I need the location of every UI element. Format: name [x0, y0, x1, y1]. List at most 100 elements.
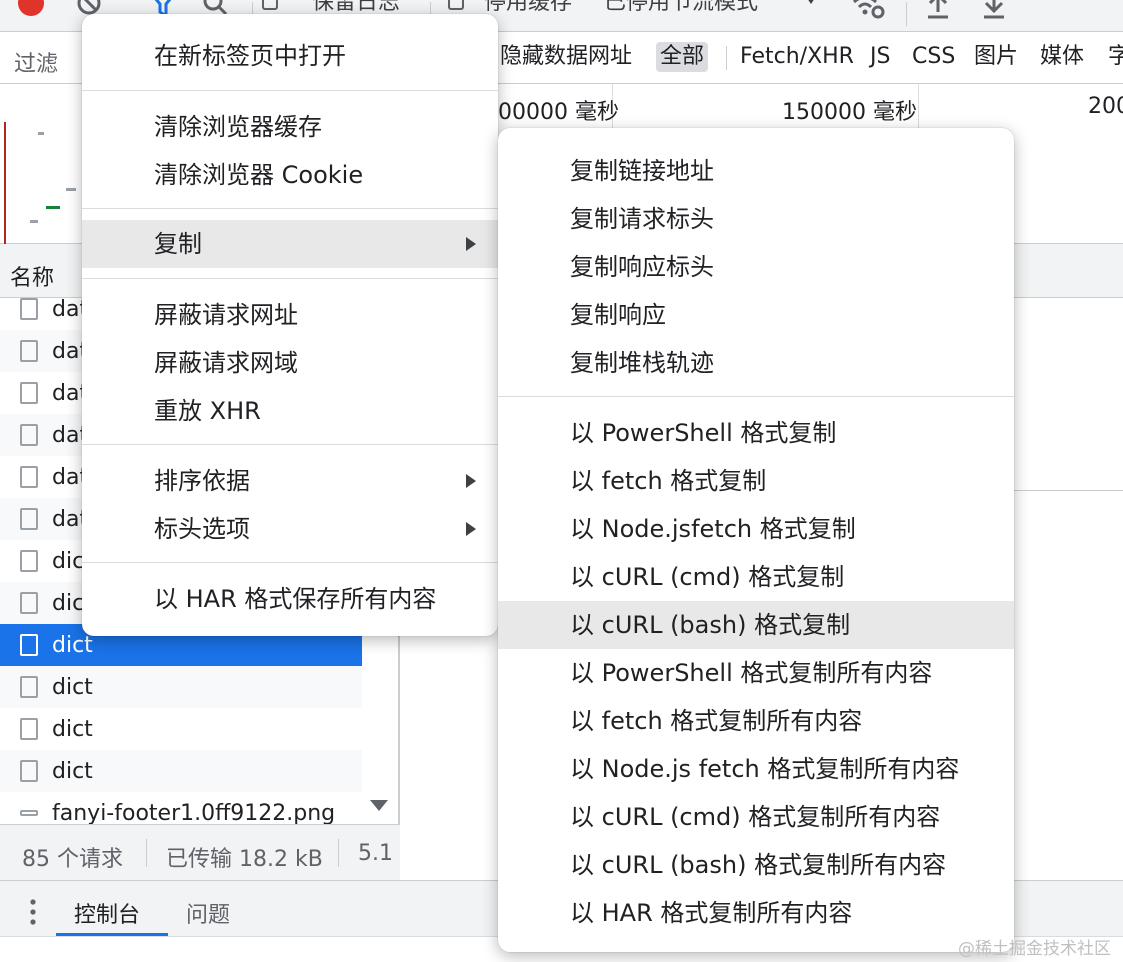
- filter-type-css[interactable]: CSS: [912, 42, 955, 72]
- menu-item-clear-cookies[interactable]: 清除浏览器 Cookie: [82, 151, 498, 199]
- export-har-icon[interactable]: [980, 0, 1008, 20]
- timeline-tick: 150000 毫秒: [782, 100, 917, 125]
- menu-item-header-options-label: 标头选项: [154, 515, 250, 543]
- submenu-arrow-icon: [466, 522, 476, 536]
- menu-item-clear-cache[interactable]: 清除浏览器缓存: [82, 103, 498, 151]
- chevron-down-icon[interactable]: [803, 0, 819, 4]
- import-har-icon[interactable]: [924, 0, 952, 20]
- filter-type-fetch-xhr[interactable]: Fetch/XHR: [740, 42, 854, 72]
- menu-item-replay-xhr[interactable]: 重放 XHR: [82, 387, 498, 435]
- image-icon: [20, 810, 38, 816]
- submenu-item-copy-all-as-curl-cmd[interactable]: 以 cURL (cmd) 格式复制所有内容: [498, 793, 1014, 841]
- status-bar: 85 个请求 已传输 18.2 kB 5.1: [0, 824, 400, 880]
- status-divider: [338, 839, 339, 867]
- submenu-item-copy-link-address[interactable]: 复制链接地址: [498, 147, 1014, 195]
- image-icon: [20, 466, 38, 488]
- menu-separator: [82, 562, 498, 563]
- menu-separator: [82, 444, 498, 445]
- filter-input[interactable]: 过滤: [14, 46, 58, 78]
- tab-issues[interactable]: 问题: [186, 897, 230, 929]
- file-icon: [20, 676, 38, 698]
- disable-cache-checkbox[interactable]: [448, 0, 464, 10]
- waterfall-divider: [1014, 490, 1123, 491]
- filter-type-media[interactable]: 媒体: [1040, 42, 1084, 72]
- record-icon[interactable]: [18, 0, 44, 16]
- submenu-item-copy-all-as-har[interactable]: 以 HAR 格式复制所有内容: [498, 889, 1014, 937]
- menu-item-block-url[interactable]: 屏蔽请求网址: [82, 291, 498, 339]
- submenu-item-copy-as-powershell[interactable]: 以 PowerShell 格式复制: [498, 409, 1014, 457]
- submenu-item-copy-request-headers[interactable]: 复制请求标头: [498, 195, 1014, 243]
- request-count: 85 个请求: [22, 847, 123, 872]
- file-icon: [20, 718, 38, 740]
- throttling-select[interactable]: 已停用节流模式: [604, 0, 758, 16]
- submenu-item-copy-as-curl-bash[interactable]: 以 cURL (bash) 格式复制: [498, 601, 1014, 649]
- menu-item-sort-by[interactable]: 排序依据: [82, 457, 498, 505]
- menu-item-header-options[interactable]: 标头选项: [82, 505, 498, 553]
- context-menu: 在新标签页中打开 清除浏览器缓存 清除浏览器 Cookie 复制 屏蔽请求网址 …: [82, 14, 498, 636]
- file-icon: [20, 550, 38, 572]
- submenu-item-copy-stack-trace[interactable]: 复制堆栈轨迹: [498, 339, 1014, 387]
- file-icon: [20, 760, 38, 782]
- submenu-item-copy-response[interactable]: 复制响应: [498, 291, 1014, 339]
- submenu-item-copy-as-nodejs-fetch[interactable]: 以 Node.jsfetch 格式复制: [498, 505, 1014, 553]
- filter-divider: [726, 46, 727, 70]
- more-options-icon[interactable]: [22, 897, 44, 927]
- request-name: dict: [52, 758, 93, 784]
- request-row[interactable]: dict: [0, 666, 362, 708]
- filter-hide-data-urls[interactable]: 隐藏数据网址: [500, 42, 632, 72]
- document-icon: [20, 298, 38, 320]
- submenu-item-copy-all-as-nodejs-fetch[interactable]: 以 Node.js fetch 格式复制所有内容: [498, 745, 1014, 793]
- menu-item-copy[interactable]: 复制: [82, 220, 498, 268]
- blocked-icon: [20, 424, 38, 446]
- submenu-arrow-icon: [466, 237, 476, 251]
- submenu-item-copy-response-headers[interactable]: 复制响应标头: [498, 243, 1014, 291]
- menu-item-block-domain[interactable]: 屏蔽请求网域: [82, 339, 498, 387]
- download-icon: [20, 382, 38, 404]
- menu-item-save-all-har[interactable]: 以 HAR 格式保存所有内容: [82, 575, 498, 623]
- toolbar-divider: [906, 2, 907, 26]
- request-name: dict: [52, 674, 93, 700]
- status-divider: [146, 839, 147, 867]
- request-name: fanyi-footer1.0ff9122.png: [52, 800, 336, 825]
- filter-type-font[interactable]: 字: [1108, 42, 1123, 72]
- disable-cache-label: 停用缓存: [484, 0, 573, 15]
- resources-size: 5.1: [358, 841, 393, 866]
- menu-separator: [82, 278, 498, 279]
- submenu-item-copy-all-as-curl-bash[interactable]: 以 cURL (bash) 格式复制所有内容: [498, 841, 1014, 889]
- submenu-item-copy-as-fetch[interactable]: 以 fetch 格式复制: [498, 457, 1014, 505]
- timeline-bar: [66, 188, 76, 191]
- submenu-item-copy-as-curl-cmd[interactable]: 以 cURL (cmd) 格式复制: [498, 553, 1014, 601]
- menu-separator: [498, 396, 1014, 397]
- request-row[interactable]: dict: [0, 750, 362, 792]
- menu-item-sort-by-label: 排序依据: [154, 467, 250, 495]
- menu-separator: [82, 208, 498, 209]
- timeline-bar: [46, 206, 60, 209]
- preserve-log-checkbox[interactable]: [262, 0, 278, 10]
- exchange-icon: [20, 340, 38, 362]
- request-row[interactable]: dict: [0, 708, 362, 750]
- timeline-bar: [30, 220, 38, 223]
- request-name: dict: [52, 632, 93, 658]
- file-icon: [20, 592, 38, 614]
- column-header-name[interactable]: 名称: [10, 260, 54, 292]
- submenu-arrow-icon: [466, 474, 476, 488]
- scroll-down-icon[interactable]: [370, 800, 388, 811]
- submenu-item-copy-all-as-fetch[interactable]: 以 fetch 格式复制所有内容: [498, 697, 1014, 745]
- filter-type-img[interactable]: 图片: [974, 42, 1018, 72]
- copy-submenu: 复制链接地址 复制请求标头 复制响应标头 复制响应 复制堆栈轨迹 以 Power…: [498, 128, 1014, 952]
- watermark: @稀土掘金技术社区: [958, 939, 1111, 959]
- load-marker: [4, 122, 6, 244]
- tab-console[interactable]: 控制台: [74, 897, 140, 929]
- menu-item-open-in-new-tab[interactable]: 在新标签页中打开: [82, 32, 498, 80]
- timeline-tick: 00000 毫秒: [498, 100, 619, 125]
- submenu-item-copy-all-as-powershell[interactable]: 以 PowerShell 格式复制所有内容: [498, 649, 1014, 697]
- request-name: dict: [52, 716, 93, 742]
- media-icon: [20, 508, 38, 530]
- network-conditions-icon[interactable]: [852, 0, 886, 20]
- timeline-tick: 200: [1088, 94, 1123, 119]
- menu-item-copy-label: 复制: [154, 230, 202, 258]
- request-row[interactable]: fanyi-footer1.0ff9122.png: [0, 792, 362, 824]
- transferred-size: 已传输 18.2 kB: [166, 847, 323, 872]
- filter-type-all[interactable]: 全部: [656, 42, 709, 72]
- filter-type-js[interactable]: JS: [870, 42, 890, 72]
